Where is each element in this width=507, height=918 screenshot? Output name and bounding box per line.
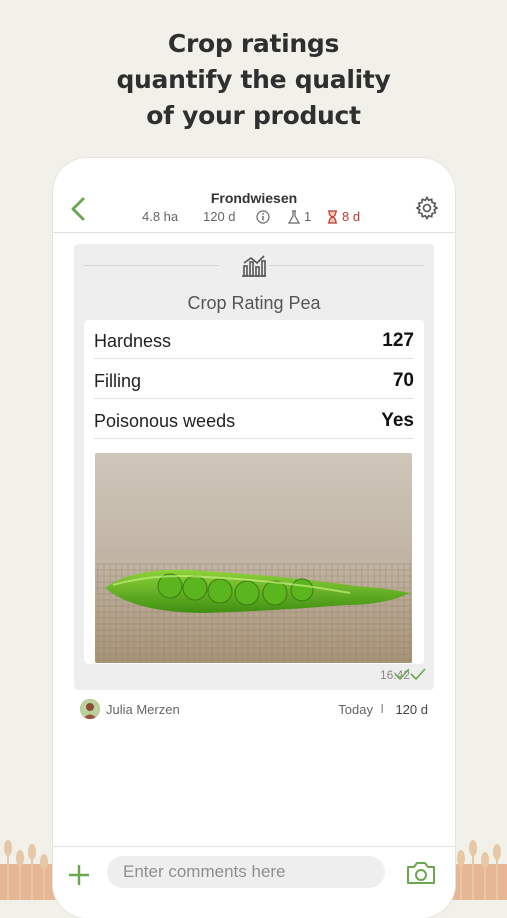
rating-label: Hardness [94, 331, 172, 351]
countdown-days: 8 d [342, 209, 361, 224]
crop-rating-card[interactable]: Crop Rating Pea Hardness 127 Filling 70 … [74, 244, 434, 690]
comment-input[interactable] [107, 856, 385, 888]
author-name: Julia Merzen [106, 702, 180, 717]
rating-label: Filling [94, 371, 142, 391]
author-row: Julia Merzen Today I 120 d [80, 699, 428, 721]
divider [84, 265, 219, 266]
phone-screen: Frondwiesen 4.8 ha 120 d 1 8 d Crop Rati… [53, 158, 455, 918]
double-check-icon [394, 668, 426, 681]
field-name: Frondwiesen [210, 190, 298, 206]
top-bar: Frondwiesen 4.8 ha 120 d 1 8 d [53, 158, 455, 233]
post-duration: 120 d [395, 702, 428, 717]
wheat-decoration-left [4, 840, 48, 900]
rating-value: 70 [392, 370, 414, 391]
rating-row: Poisonous weeds Yes [94, 400, 414, 439]
rating-value: 127 [382, 330, 414, 351]
headline: Crop ratings quantify the quality of you… [0, 26, 507, 134]
card-title: Crop Rating Pea [187, 293, 321, 313]
flask-icon [287, 210, 301, 224]
divider [269, 265, 424, 266]
bar-chart-icon [242, 255, 266, 277]
rating-row: Filling 70 [94, 360, 414, 399]
avatar[interactable] [80, 699, 100, 719]
hourglass-icon [328, 210, 337, 224]
field-meta: 4.8 ha 120 d 1 8 d [53, 209, 455, 227]
post-date: Today [338, 702, 373, 717]
rating-row: Hardness 127 [94, 320, 414, 359]
headline-line-2: quantify the quality [116, 65, 391, 94]
headline-line-3: of your product [146, 101, 361, 130]
pea-pod-photo[interactable] [95, 453, 412, 663]
wheat-decoration-right [457, 840, 501, 900]
field-days: 120 d [203, 209, 236, 224]
comment-bar [53, 846, 455, 907]
samples-count: 1 [304, 209, 312, 224]
meta-separator: I [380, 701, 384, 716]
plus-icon[interactable] [67, 863, 91, 887]
rating-table: Hardness 127 Filling 70 Poisonous weeds … [84, 320, 424, 664]
field-area: 4.8 ha [142, 209, 179, 224]
info-icon[interactable] [256, 210, 270, 224]
camera-icon[interactable] [405, 860, 437, 886]
rating-value: Yes [381, 410, 414, 431]
rating-label: Poisonous weeds [94, 411, 236, 431]
headline-line-1: Crop ratings [167, 29, 340, 58]
gear-icon[interactable] [415, 196, 439, 220]
